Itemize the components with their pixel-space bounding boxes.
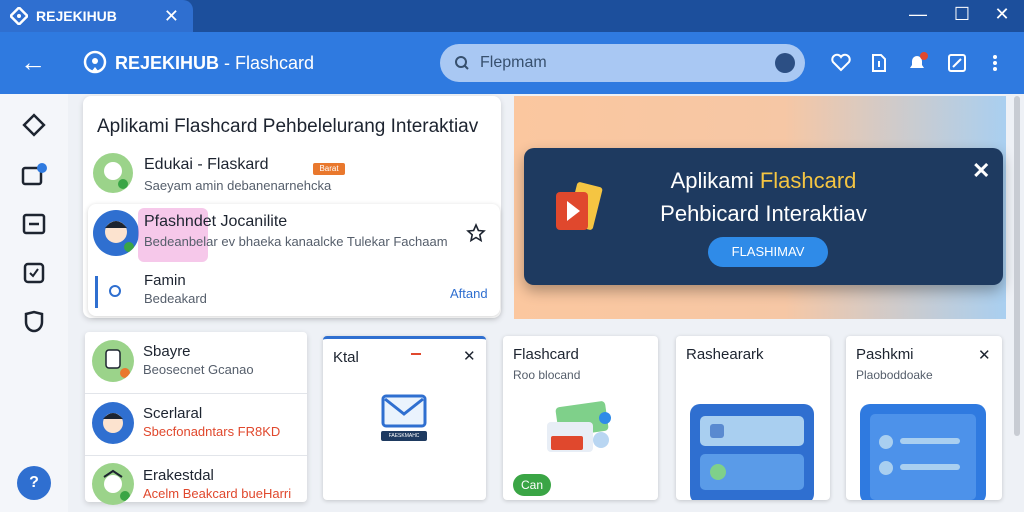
phone-illustration-icon	[860, 404, 986, 500]
card-title: Rashearark	[686, 346, 764, 363]
phone-illustration-icon	[690, 404, 814, 500]
divider	[85, 393, 307, 394]
mail-icon	[381, 394, 427, 428]
maximize-button[interactable]: ☐	[948, 4, 976, 25]
action-link[interactable]: Aftand	[450, 286, 488, 301]
browser-tab[interactable]: REJEKIHUB ✕	[0, 0, 193, 32]
favorite-heart-icon[interactable]	[830, 52, 852, 74]
list-item-subtitle: Beosecnet Gcanao	[143, 362, 254, 377]
list-item-title[interactable]: Erakestdal	[143, 467, 214, 484]
flashcards-illustration-icon	[547, 401, 611, 452]
card-title: Ktal	[333, 349, 359, 366]
card-subtitle: Roo blocand	[513, 368, 581, 382]
app-brand-icon	[83, 50, 107, 74]
avatar	[93, 153, 133, 193]
more-menu-icon[interactable]	[984, 52, 1006, 74]
featured-item-title[interactable]: Edukai - Flaskard	[144, 156, 269, 174]
quiz-icon[interactable]	[21, 260, 47, 286]
left-rail	[0, 94, 68, 512]
search-icon	[455, 56, 469, 70]
scrollbar[interactable]	[1014, 96, 1020, 436]
tab-close-icon[interactable]: ✕	[164, 6, 179, 27]
featured-item-title[interactable]: Pfashndet Jocanilite	[144, 213, 287, 231]
inbox-icon[interactable]	[21, 162, 47, 188]
flashcard-card[interactable]: Rashearark	[676, 336, 830, 500]
app-title: REJEKIHUB - Flashcard	[115, 53, 315, 73]
card-marker	[411, 353, 421, 355]
list-item-title[interactable]: Scerlaral	[143, 405, 202, 422]
promo-banner: Aplikami Flashcard Pehbicard Interaktiav…	[524, 148, 1003, 285]
banner-close-icon[interactable]: ✕	[972, 158, 990, 184]
explore-diamond-icon[interactable]	[21, 112, 47, 138]
search-input[interactable]: Flepmam	[440, 44, 805, 82]
card-close-icon[interactable]: ✕	[978, 346, 991, 364]
tab-title: REJEKIHUB	[36, 8, 117, 24]
selection-indicator	[95, 276, 98, 308]
avatar	[92, 402, 134, 444]
card-title: Pashkmi	[856, 346, 914, 363]
avatar	[93, 210, 139, 256]
help-button[interactable]: ?	[17, 466, 51, 500]
flashcard-card[interactable]: Flashcard Roo blocand Can	[503, 336, 658, 500]
status-badge: Barat	[313, 163, 345, 175]
card-title: Flashcard	[513, 346, 579, 363]
featured-item-title[interactable]: Famin	[144, 272, 186, 289]
banner-cta-button[interactable]: FLASHIMAV	[708, 237, 828, 267]
card-pill-button[interactable]: Can	[513, 474, 551, 496]
featured-item-subtitle: Bedeanbelar ev bhaeka kanaalcke Tulekar …	[144, 234, 448, 249]
featured-item-subtitle: Saeyam amin debanenarnehcka	[144, 178, 332, 193]
cards-icon[interactable]	[21, 211, 47, 237]
voice-search-icon[interactable]	[775, 53, 795, 73]
close-window-button[interactable]: ✕	[988, 4, 1016, 25]
app-logo-icon	[10, 7, 28, 25]
star-icon[interactable]	[466, 223, 486, 243]
list-item-subtitle: Sbecfonadntars FR8KD	[143, 424, 281, 439]
card-close-icon[interactable]: ✕	[463, 347, 476, 365]
flashcard-card[interactable]: Pashkmi ✕ Plaoboddoake	[846, 336, 1002, 500]
avatar	[92, 340, 134, 382]
list-item-title[interactable]: Sbayre	[143, 343, 191, 360]
card-caption: FAESKMAHC	[381, 431, 427, 441]
edit-icon[interactable]	[946, 52, 968, 74]
banner-title-line1: Aplikami Flashcard	[670, 168, 857, 193]
banner-title-line2: Pehbicard Interaktiav	[660, 201, 867, 226]
search-placeholder: Flepmam	[480, 54, 547, 71]
radio-icon[interactable]	[108, 284, 122, 298]
notifications-icon[interactable]	[906, 52, 928, 74]
minimize-button[interactable]: —	[904, 4, 932, 25]
shield-icon[interactable]	[21, 309, 47, 335]
card-subtitle: Plaoboddoake	[856, 368, 933, 382]
bookmark-icon[interactable]	[868, 52, 890, 74]
featured-heading: Aplikami Flashcard Pehbelelurang Interak…	[97, 116, 479, 137]
flashcard-card[interactable]: Ktal ✕ FAESKMAHC	[323, 336, 486, 500]
list-item-subtitle: Acelm Beakcard bueHarri	[143, 486, 292, 501]
back-arrow-icon[interactable]: ←	[20, 48, 46, 76]
featured-item-subtitle: Bedeakard	[144, 291, 207, 306]
divider	[85, 455, 307, 456]
avatar	[92, 463, 134, 505]
